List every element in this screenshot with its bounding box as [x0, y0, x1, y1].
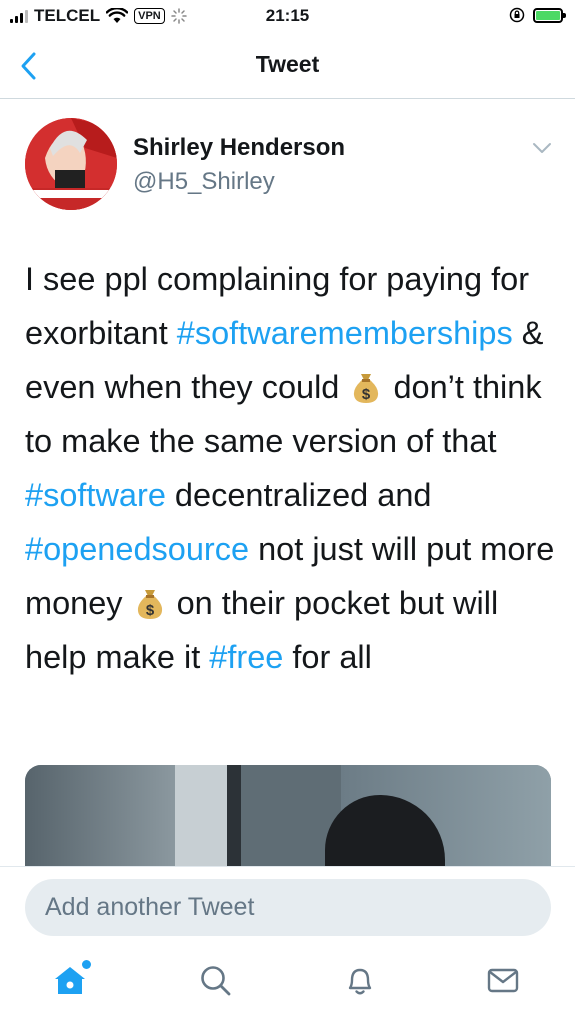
battery-icon	[533, 7, 566, 23]
tweet-text: I see ppl complaining for paying for exo…	[25, 252, 560, 684]
tweet-media[interactable]	[25, 765, 551, 866]
hashtag-link[interactable]: #software	[25, 477, 166, 513]
tweet-menu-button[interactable]	[531, 140, 553, 156]
avatar[interactable]	[25, 118, 117, 210]
add-tweet-input[interactable]: Add another Tweet	[25, 879, 551, 936]
tweet-text-segment: for all	[283, 639, 372, 675]
money-bag-icon: $	[136, 582, 164, 619]
chevron-down-icon	[533, 143, 551, 153]
tab-notifications[interactable]	[340, 960, 380, 1000]
notifications-icon	[348, 968, 372, 995]
svg-text:$: $	[362, 386, 371, 403]
clock: 21:15	[265, 6, 310, 25]
avatar-image	[25, 118, 117, 210]
search-icon	[201, 966, 231, 996]
reply-composer: Add another Tweet	[0, 866, 575, 955]
author-name[interactable]: Shirley Henderson	[133, 134, 345, 162]
hashtag-link[interactable]: #free	[209, 639, 283, 675]
status-bar: TELCEL VPN 21:15	[0, 0, 575, 34]
page-title: Tweet	[255, 51, 320, 77]
messages-icon	[487, 968, 519, 993]
tweet-text-segment: decentralized and	[165, 477, 432, 513]
author-handle[interactable]: @H5_Shirley	[133, 168, 275, 196]
new-content-dot	[82, 960, 91, 969]
tab-messages[interactable]	[483, 960, 523, 1000]
svg-text:$: $	[145, 602, 154, 619]
hashtag-link[interactable]: #openedsource	[25, 531, 249, 567]
rotation-lock-icon	[509, 7, 525, 23]
hashtag-link[interactable]: #softwarememberships	[177, 315, 513, 351]
navigation-header: Tweet	[0, 34, 575, 99]
money-bag-icon: $	[352, 366, 380, 403]
tab-search[interactable]	[195, 960, 235, 1000]
